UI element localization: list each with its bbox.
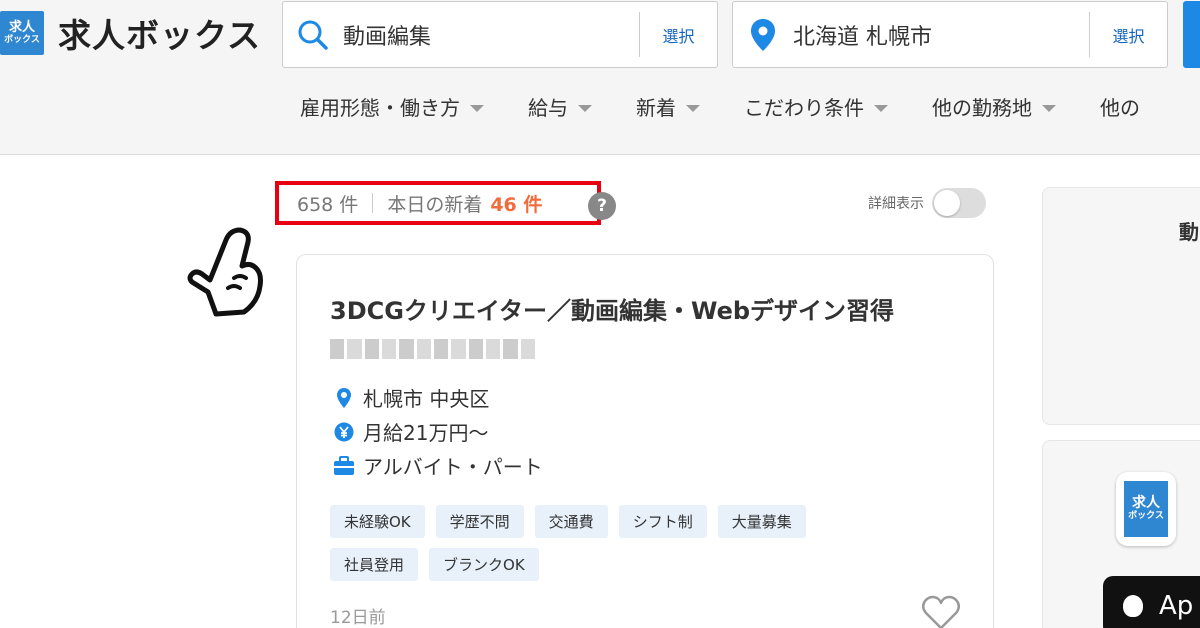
briefcase-icon [333, 455, 355, 477]
tag: 大量募集 [717, 505, 806, 538]
filter-conditions[interactable]: こだわり条件 [744, 92, 888, 121]
job-tags: 未経験OK 学歴不問 交通費 シフト制 大量募集 社員登用 ブランクOK [330, 505, 890, 591]
tag: シフト制 [618, 505, 707, 538]
keyword-input[interactable]: 動画編集 [343, 19, 639, 51]
search-icon [283, 19, 343, 51]
job-card[interactable]: 3DCGクリエイター／動画編集・Webデザイン習得 札幌市 中央区 月給21万円… [296, 254, 994, 628]
location-pin-icon [333, 387, 355, 409]
toggle-knob [934, 190, 960, 216]
pointing-hand-icon [187, 227, 263, 317]
app-icon[interactable]: 求人 ボックス [1116, 472, 1176, 546]
filter-other-locations[interactable]: 他の勤務地 [932, 92, 1056, 121]
job-location: 札幌市 中央区 [363, 387, 490, 411]
location-select-button[interactable]: 選択 [1089, 12, 1167, 57]
filter-bar: 雇用形態・働き方 給与 新着 こだわり条件 他の勤務地 他の [300, 92, 1184, 121]
filter-other[interactable]: 他の [1100, 92, 1140, 121]
sidebar-card-title: 動 [1179, 220, 1199, 244]
sidebar-card: 動 [1042, 187, 1200, 425]
search-submit-button[interactable] [1183, 1, 1200, 68]
job-title[interactable]: 3DCGクリエイター／動画編集・Webデザイン習得 [330, 291, 894, 326]
filter-new[interactable]: 新着 [636, 92, 700, 121]
tag: 未経験OK [330, 505, 425, 538]
chevron-down-icon [686, 104, 700, 112]
job-location-row: 札幌市 中央区 [333, 383, 489, 412]
site-header: 求人 ボックス 求人ボックス 動画編集 選択 北海道 札幌市 選択 雇用形態・働… [0, 0, 1200, 155]
logo-wordmark: 求人ボックス [58, 16, 262, 55]
yen-icon [333, 421, 355, 443]
new-today-label: 本日の新着 [387, 193, 483, 216]
filter-salary[interactable]: 給与 [528, 92, 592, 121]
detail-toggle-label: 詳細表示 [868, 196, 924, 212]
chevron-down-icon [578, 104, 592, 112]
location-pin-icon [733, 18, 793, 52]
filter-employment-type[interactable]: 雇用形態・働き方 [300, 92, 484, 121]
chevron-down-icon [874, 104, 888, 112]
job-salary: 月給21万円〜 [363, 421, 489, 445]
tag: 交通費 [534, 505, 608, 538]
job-employment-type: アルバイト・パート [363, 455, 543, 479]
toggle-switch[interactable] [932, 188, 986, 218]
detail-view-toggle[interactable]: 詳細表示 [868, 188, 986, 218]
chevron-down-icon [1042, 104, 1056, 112]
location-search-box[interactable]: 北海道 札幌市 選択 [732, 1, 1168, 68]
location-input[interactable]: 北海道 札幌市 [793, 19, 1089, 51]
result-count-highlight: 658 件 本日の新着 46 件 [275, 181, 601, 225]
site-logo[interactable]: 求人 ボックス 求人ボックス [0, 8, 261, 58]
tag: 学歴不問 [435, 505, 524, 538]
logo-mark: 求人 ボックス [0, 11, 44, 55]
app-store-button[interactable]: Ap [1103, 576, 1200, 628]
help-icon[interactable]: ? [588, 192, 616, 220]
divider [372, 193, 374, 213]
keyword-search-box[interactable]: 動画編集 選択 [282, 1, 718, 68]
company-name-blurred [330, 339, 535, 359]
apple-icon [1123, 595, 1143, 617]
total-count: 658 件 [297, 193, 359, 216]
new-today-count: 46 件 [490, 193, 543, 216]
posted-date: 12日前 [330, 608, 386, 628]
tag: 社員登用 [330, 548, 419, 581]
tag: ブランクOK [429, 548, 539, 581]
job-employment-row: アルバイト・パート [333, 451, 543, 480]
keyword-select-button[interactable]: 選択 [639, 12, 717, 57]
chevron-down-icon [470, 104, 484, 112]
heart-icon[interactable] [921, 595, 961, 628]
job-salary-row: 月給21万円〜 [333, 417, 488, 446]
